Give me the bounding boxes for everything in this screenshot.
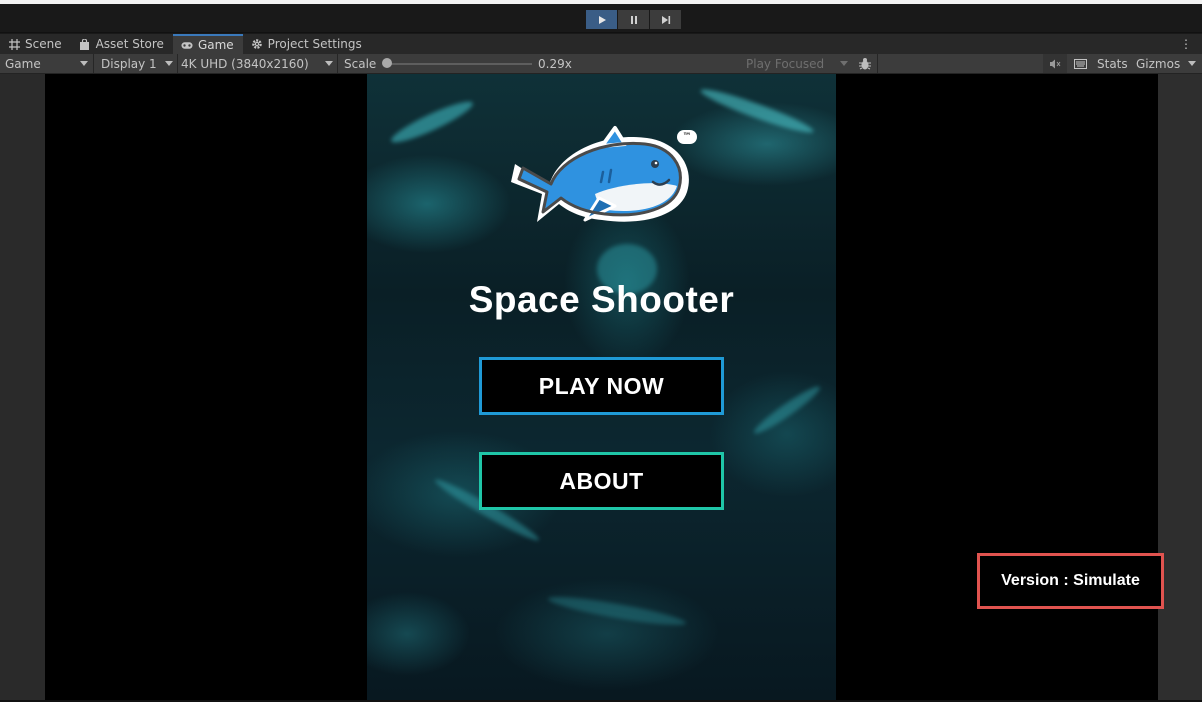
editor-tab-bar: Scene Asset Store Game Project Settings … — [0, 34, 1202, 54]
game-title: Space Shooter — [468, 279, 735, 320]
nebula-wisp — [698, 83, 816, 139]
tab-project-settings[interactable]: Project Settings — [243, 34, 371, 54]
view-mode-label: Game — [5, 56, 41, 71]
bag-icon — [79, 38, 91, 50]
chevron-down-icon — [165, 61, 173, 66]
shark-logo-icon — [511, 126, 689, 222]
display-label: Display 1 — [101, 56, 157, 71]
keyboard-icon — [1073, 58, 1087, 69]
game-logo: ™ — [507, 124, 697, 229]
play-button[interactable] — [586, 10, 617, 29]
step-icon — [661, 15, 670, 24]
tab-game[interactable]: Game — [172, 34, 243, 54]
version-text: Version : Simulate — [1001, 572, 1140, 589]
tab-label: Project Settings — [267, 37, 362, 51]
nebula-wisp — [546, 591, 688, 631]
scale-value: 0.29x — [538, 56, 572, 71]
view-mode-dropdown[interactable]: Game — [5, 54, 90, 73]
tab-scene[interactable]: Scene — [0, 34, 71, 54]
about-button[interactable]: ABOUT — [479, 452, 724, 510]
resolution-dropdown[interactable]: 4K UHD (3840x2160) — [181, 54, 335, 73]
bug-icon — [859, 57, 871, 69]
grid-icon — [8, 38, 20, 50]
scale-label: Scale — [344, 56, 377, 71]
tab-label: Asset Store — [95, 37, 164, 51]
gizmos-label: Gizmos — [1136, 56, 1181, 71]
game-view-toolbar: Game Display 1 4K UHD (3840x2160) Scale … — [0, 54, 1202, 74]
stats-toggle[interactable]: Stats — [1097, 54, 1128, 73]
chevron-down-icon — [1188, 61, 1196, 66]
trademark-mark: ™ — [677, 130, 697, 144]
gear-icon — [251, 38, 263, 50]
toolbar-divider — [337, 54, 338, 73]
toolbar-divider — [877, 54, 878, 73]
nebula-wisp — [750, 382, 824, 438]
play-controls — [586, 10, 681, 29]
pause-button[interactable] — [618, 10, 649, 29]
chevron-down-icon — [325, 61, 333, 66]
play-now-button[interactable]: PLAY NOW — [479, 357, 724, 415]
game-canvas: ™ Space Shooter PLAY NOW ABOUT — [367, 74, 836, 700]
tab-label: Scene — [25, 37, 62, 51]
play-toolbar — [0, 4, 1202, 33]
version-label: Version : Simulate — [977, 553, 1164, 609]
scale-slider-track[interactable] — [388, 63, 532, 65]
shortcuts-button[interactable] — [1071, 54, 1089, 73]
tab-asset-store[interactable]: Asset Store — [71, 34, 173, 54]
toolbar-divider — [93, 54, 94, 73]
unity-editor-window: Scene Asset Store Game Project Settings … — [0, 0, 1202, 702]
pause-icon — [630, 15, 637, 24]
chevron-down-icon — [840, 61, 848, 66]
mute-audio-button[interactable] — [1043, 54, 1067, 73]
nebula-wisp — [387, 95, 477, 149]
tab-menu-button[interactable]: ⋮ — [1180, 37, 1192, 51]
chevron-down-icon — [80, 61, 88, 66]
play-focused-dropdown[interactable]: Play Focused — [746, 54, 850, 73]
gizmos-dropdown[interactable]: Gizmos — [1136, 54, 1198, 73]
debug-button[interactable] — [857, 54, 873, 73]
scale-slider-handle[interactable] — [382, 58, 392, 68]
viewport-gutter — [1158, 74, 1202, 700]
play-icon — [598, 15, 606, 24]
display-dropdown[interactable]: Display 1 — [101, 54, 175, 73]
play-focused-label: Play Focused — [746, 56, 825, 71]
step-button[interactable] — [650, 10, 681, 29]
resolution-label: 4K UHD (3840x2160) — [181, 56, 309, 71]
tab-label: Game — [197, 38, 234, 52]
toolbar-divider — [177, 54, 178, 73]
gamepad-icon — [181, 39, 193, 51]
mute-icon — [1050, 59, 1061, 68]
